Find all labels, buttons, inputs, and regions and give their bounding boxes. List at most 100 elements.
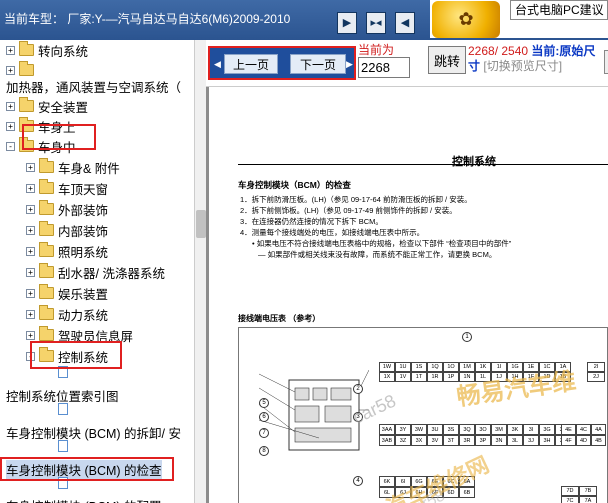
tree-item[interactable]: 车身控制模块 (BCM) 的检查 [6, 459, 162, 479]
page-total: 2540 [501, 44, 529, 58]
tree-item-label: 车身控制模块 (BCM) 的配置 [6, 496, 162, 503]
pin-cell: 3H [539, 435, 555, 446]
view-toggle-button[interactable] [604, 50, 608, 74]
pin-cell: 3I [523, 424, 539, 435]
folder-icon [39, 158, 54, 173]
expand-icon: ▸◂ [370, 16, 382, 29]
tree-item[interactable]: + 转向系统 [6, 40, 88, 60]
expand-icon[interactable]: + [26, 246, 35, 256]
next-chapter-button[interactable]: ▶ [337, 12, 357, 34]
content-pane: ◀ 上一页 下一页 ▶ 当前为 2268 跳转 2268/ 2540 当前:原始… [206, 40, 608, 503]
page-info: 2268/ 2540 当前:原始尺寸 [切换预览尺寸] [468, 44, 596, 73]
document-page: 控制系统 车身控制模块（BCM）的检查 1．拆下前防滑压板。(LH)（参见 09… [206, 86, 608, 503]
tree-item[interactable]: + 刮水器/ 洗涤器系统 [26, 262, 165, 282]
tree-scroll-thumb[interactable] [196, 210, 206, 238]
top-bar: 当前车型： 厂家:Y-—汽马自达马自达6(M6)2009-2010 ▶ ▸◂ ◀… [0, 0, 608, 40]
tree-item[interactable]: + 安全装置 [6, 96, 88, 116]
pin-cell: 2J [587, 372, 605, 382]
tree-item[interactable]: + 内部装饰 [26, 220, 108, 240]
pin-cell: 3M [491, 424, 507, 435]
tree-item[interactable]: 车身控制模块 (BCM) 的配置 [6, 495, 162, 503]
switch-size-link[interactable]: [切换预览尺寸] [483, 59, 562, 73]
tree-item[interactable]: + 娱乐装置 [26, 283, 108, 303]
folder-icon [39, 284, 54, 299]
collapse-icon[interactable]: - [26, 351, 35, 361]
tree-item[interactable]: 车身控制模块 (BCM) 的拆卸/ 安 [6, 422, 181, 442]
expand-icon[interactable]: + [26, 225, 35, 235]
folder-icon [39, 179, 54, 194]
pin-cell: 3AA [379, 424, 395, 435]
pin-cell: 3L [507, 435, 523, 446]
folder-icon [39, 242, 54, 257]
tree-item-label: 安全装置 [38, 100, 89, 115]
expand-icon[interactable]: + [26, 309, 35, 319]
tree-scrollbar[interactable] [194, 40, 206, 503]
expand-icon[interactable]: + [6, 65, 15, 75]
tree-item[interactable]: 控制系统位置索引图 [6, 385, 119, 405]
step-line: 1．拆下前防滑压板。(LH)（参见 09-17-64 前防滑压板的拆卸 / 安装… [240, 195, 472, 204]
expand-view-button[interactable]: ▸◂ [366, 12, 386, 34]
tree-item-label: 转向系统 [38, 44, 89, 59]
pin-cell: 1O [443, 362, 459, 372]
page-number-input[interactable]: 2268 [358, 57, 410, 78]
document-subtitle: 车身控制模块（BCM）的检查 [238, 180, 351, 190]
ad-logo-icon: ✿ [432, 1, 500, 38]
tree-item[interactable]: 加热器，通风装置与空调系统（ [6, 76, 181, 96]
expand-icon[interactable]: + [6, 45, 15, 55]
pin-cell: 4C [576, 424, 591, 435]
expand-icon[interactable]: + [26, 183, 35, 193]
pin-cell: 4A [591, 424, 606, 435]
pin-cell: 4F [561, 435, 576, 446]
tree-item-label: 外部装饰 [58, 203, 109, 218]
ad-text[interactable]: 台式电脑PC建议 [510, 0, 608, 20]
prev-page-button[interactable]: 上一页 [224, 54, 278, 74]
tree-item[interactable]: + 动力系统 [26, 304, 108, 324]
pin-cell: 3J [523, 435, 539, 446]
jump-button[interactable]: 跳转 [428, 46, 466, 74]
tree-item[interactable]: + 驾驶员信息屏 [26, 325, 133, 345]
document-icon [58, 366, 68, 378]
prev-chapter-button[interactable]: ◀ [395, 12, 415, 34]
tree-item-label: 照明系统 [58, 245, 109, 260]
expand-icon[interactable]: + [6, 101, 15, 111]
step-line: 2．拆下前侧饰板。(LH)（参见 09-17-49 前侧饰件的拆卸 / 安装。 [240, 206, 457, 215]
expand-icon[interactable]: + [26, 204, 35, 214]
expand-icon[interactable]: + [6, 121, 15, 131]
collapse-icon[interactable]: - [6, 141, 15, 151]
tree-item[interactable]: - 车身中 [6, 136, 76, 156]
tree-item-label: 车身控制模块 (BCM) 的拆卸/ 安 [6, 426, 181, 441]
expand-icon[interactable]: + [26, 330, 35, 340]
connector-table-title: 接线端电压表 （参考） [238, 314, 321, 323]
pin-cell: 1Q [427, 362, 443, 372]
tree-item[interactable]: + 车身& 附件 [26, 157, 120, 177]
folder-icon [39, 200, 54, 215]
pin-cell: 3U [427, 424, 443, 435]
next-page-button[interactable]: 下一页 [290, 54, 346, 74]
document-icon [58, 440, 68, 452]
tree-item-label: 动力系统 [58, 308, 109, 323]
expand-icon[interactable]: + [26, 267, 35, 277]
tree-item[interactable]: + 车顶天窗 [26, 178, 108, 198]
pin-cell: 3V [427, 435, 443, 446]
pin-cell: 3P [475, 435, 491, 446]
callout-marker: 2 [353, 384, 363, 394]
expand-icon[interactable]: + [26, 162, 35, 172]
tree-item[interactable]: - 控制系统 [26, 346, 108, 366]
tree-item-label: 控制系统 [58, 350, 109, 365]
connector-7-pins: 7D 7B 7C 7A [561, 486, 597, 503]
folder-icon [39, 221, 54, 236]
ad-banner[interactable]: ✿ 台式电脑PC建议 [430, 0, 608, 38]
tree-item[interactable]: + 外部装饰 [26, 199, 108, 219]
expand-icon[interactable]: + [26, 288, 35, 298]
pin-cell: 3X [411, 435, 427, 446]
folder-icon [19, 97, 34, 112]
pin-cell: 1K [475, 362, 491, 372]
callout-marker: 7 [259, 428, 269, 438]
tree-item[interactable]: + 照明系统 [26, 241, 108, 261]
document-icon [58, 477, 68, 489]
tree-item[interactable]: + 车身上 [6, 116, 76, 136]
pin-cell: 1M [459, 362, 475, 372]
left-arrow-icon: ◀ [214, 59, 221, 69]
next-icon: ▶ [342, 16, 352, 29]
tree-item-label: 控制系统位置索引图 [6, 389, 119, 404]
